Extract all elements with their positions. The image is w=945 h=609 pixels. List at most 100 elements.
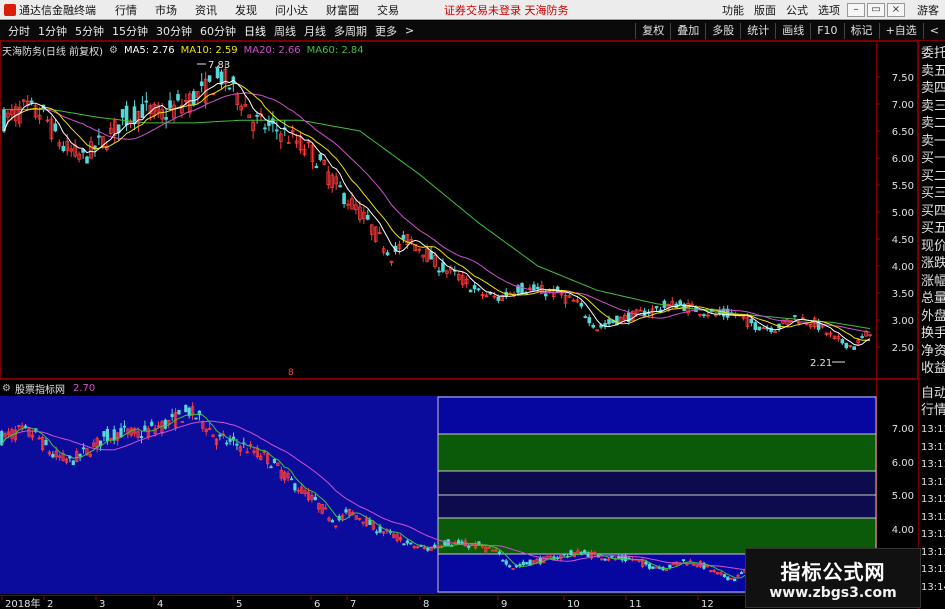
date-label: 4 [157, 599, 163, 609]
candle-body-lower [78, 453, 82, 457]
candle-body [29, 100, 34, 103]
band-green-1 [437, 433, 877, 472]
candle-body-lower [122, 425, 127, 428]
candle-body [385, 252, 390, 256]
candle-body [587, 317, 592, 324]
lower-indicator-value: 2.70 [72, 382, 96, 394]
candle-body-lower [23, 425, 28, 428]
quote-field-1: 卖五 [921, 63, 945, 79]
candle-body-lower [378, 526, 382, 533]
candle-body [472, 285, 477, 290]
price-label: 5.50 [892, 181, 914, 192]
kline-chart[interactable]: 7.50 7.00 6.50 6.00 5.50 5.00 4.50 4.00 3.50 3.00… [0, 0, 945, 609]
band-navy-1 [437, 470, 877, 496]
candle-body-lower [218, 434, 222, 437]
candle-body [338, 185, 342, 188]
quote-field-18: 收益 [921, 361, 945, 376]
candle-body [840, 339, 845, 344]
candle-body [342, 193, 346, 205]
gear-icon[interactable]: ⚙ [109, 45, 118, 56]
auto-tab[interactable]: 自动 [921, 386, 945, 402]
candle-body [61, 146, 66, 151]
candle-body [536, 286, 540, 290]
candle-body-lower [497, 551, 502, 555]
candle-body [678, 300, 682, 305]
candle-body-lower [225, 442, 229, 445]
band-navy-2 [437, 494, 877, 519]
watermark-overlay: 指标公式网 www.zbgs3.com [745, 548, 921, 608]
candle-body-lower [272, 459, 277, 464]
quote-field-3: 卖三 [921, 98, 945, 114]
price-label: 3.00 [892, 316, 914, 327]
ma5-value: MA5: 2.76 [123, 44, 175, 56]
watermark-title: 指标公式网 [780, 559, 886, 584]
gear-icon[interactable]: ⚙ [2, 383, 11, 394]
tick-time: 13:11 [921, 459, 945, 470]
candle-body-lower [293, 483, 297, 491]
quote-field-17: 净资 [921, 343, 945, 359]
candle-body-lower [184, 405, 188, 413]
candle-body-lower [739, 572, 744, 575]
tick-time: 13:13 [921, 564, 945, 575]
tick-time: 13:11 [921, 441, 945, 453]
quote-field-4: 卖二 [921, 116, 945, 131]
quote-field-14: 总量 [921, 291, 945, 306]
candle-body-lower [647, 563, 652, 569]
candle-body [555, 286, 560, 293]
candle-body [97, 135, 101, 138]
candle-body-lower [143, 425, 147, 431]
candle-body-lower [426, 547, 430, 551]
candle-body-lower [501, 559, 505, 562]
candle-body [429, 251, 433, 260]
candle-body [468, 289, 473, 293]
candle-body-lower [467, 545, 471, 548]
tick-time: 13:11 [921, 476, 945, 488]
candle-body [476, 288, 481, 291]
price-label: 3.50 [892, 289, 914, 300]
tick-time: 13:13 [921, 546, 945, 558]
quote-tab[interactable]: 行情 [921, 403, 945, 419]
quote-side-panel: 委托 卖五 卖四 卖三 卖二 卖一 买一 买二 买三 买四 买五 现价 涨跌 涨幅 总量 外盘 换手 净资 收益 自动… [918, 42, 945, 609]
tick-time: 13:13 [921, 529, 945, 540]
date-label: 12 [701, 599, 714, 609]
candle-body-lower [668, 564, 672, 568]
signal-marker: 8 [288, 368, 294, 378]
candle-body-lower [528, 559, 532, 566]
candle-body [275, 129, 279, 132]
candle-body-lower [139, 436, 144, 438]
price-label: 4.50 [892, 235, 914, 246]
lower-indicator-header: ⚙ 股票指标网 2.70 [2, 382, 96, 396]
candle-body [199, 81, 204, 87]
candle-body [168, 100, 172, 108]
ma60-line [4, 108, 871, 330]
quote-field-5: 卖一 [921, 133, 945, 149]
candle-body [749, 318, 754, 324]
price-label: 6.00 [892, 154, 914, 165]
candle-body [318, 154, 323, 161]
candle-body-lower [456, 540, 461, 545]
price-label: 5.00 [892, 208, 914, 219]
candle-body [753, 322, 758, 330]
candle-body [437, 270, 441, 273]
candle-body-lower [651, 566, 655, 569]
date-label: 5 [236, 599, 242, 609]
candle-body [164, 117, 168, 120]
candle-body [860, 336, 864, 338]
quote-field-8: 买三 [921, 186, 945, 201]
date-label: 10 [567, 599, 580, 609]
quote-field-0: 委托 [921, 46, 945, 61]
date-label: 8 [423, 599, 429, 609]
candle-body [144, 100, 149, 103]
lower-axis-label: 5.00 [892, 491, 914, 502]
watermark-url: www.zbgs3.com [769, 584, 897, 601]
candle-body-lower [330, 520, 334, 523]
candle-body [366, 215, 370, 220]
candle-body [793, 315, 797, 317]
candle-body [654, 306, 659, 309]
candle-body [227, 87, 232, 90]
price-label: 4.00 [892, 262, 914, 273]
low-label: 2.21 [810, 358, 832, 369]
candle-body-lower [508, 565, 512, 568]
price-label: 6.50 [892, 127, 914, 138]
candle-body [702, 314, 706, 317]
